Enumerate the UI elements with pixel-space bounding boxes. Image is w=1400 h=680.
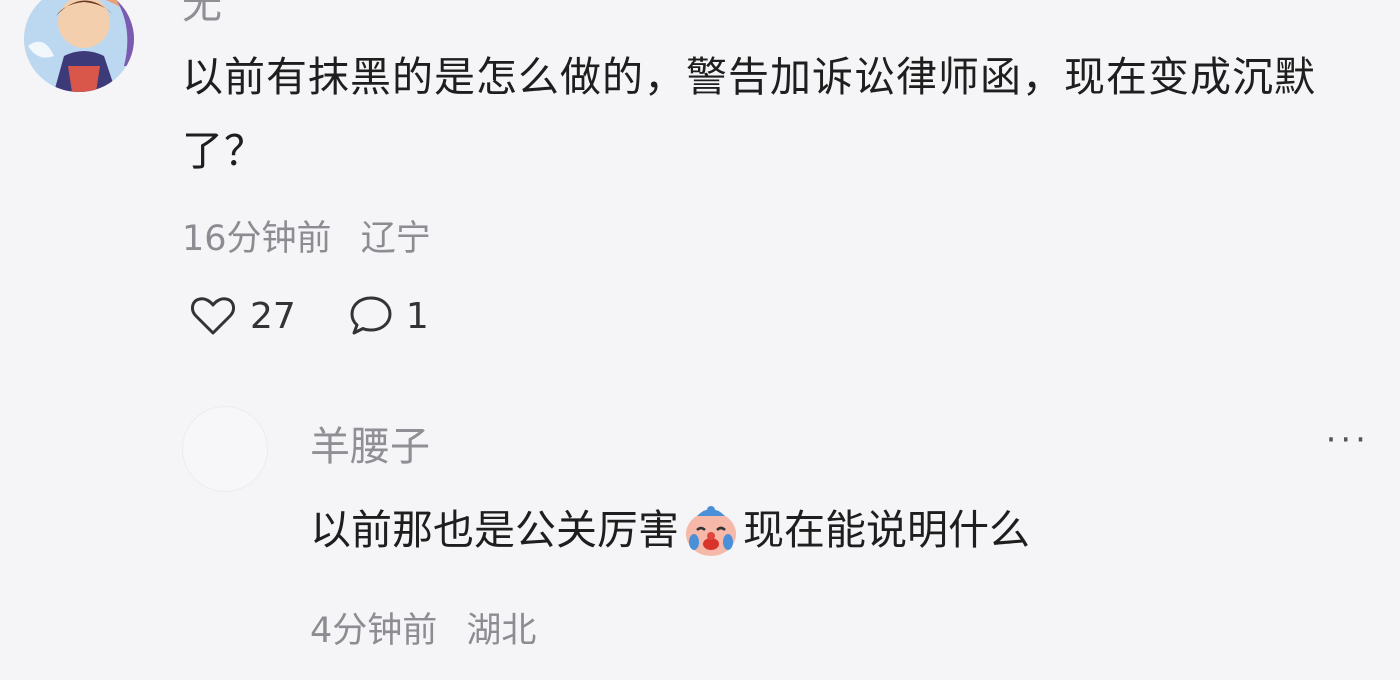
avatar[interactable] [24, 0, 134, 92]
like-count: 27 [250, 295, 296, 337]
comment-text: 以前有抹黑的是怎么做的，警告加诉讼律师函，现在变成沉默了？ [182, 53, 1316, 175]
reply-location: 湖北 [466, 611, 537, 651]
reply-text-part2: 现在能说明什么 [743, 506, 1030, 554]
reply-count: 1 [405, 295, 429, 337]
crying-clown-emoji-icon [683, 502, 739, 558]
comment-actions: 27 1 [190, 294, 429, 338]
username[interactable]: 无 [182, 0, 222, 30]
reply-button[interactable]: 1 [348, 294, 429, 338]
reply-text: 以前那也是公关厉害 现在能说明什么 [310, 502, 1030, 558]
comment-time: 16分钟前 [182, 219, 332, 259]
speech-bubble-icon [350, 296, 392, 335]
reply-time: 4分钟前 [310, 611, 438, 651]
reply-username[interactable]: 羊腰子 [310, 414, 430, 472]
comment-thread: 无 以前有抹黑的是怎么做的，警告加诉讼律师函，现在变成沉默了？ 16分钟前 辽宁… [0, 0, 1400, 680]
like-button[interactable]: 27 [190, 295, 296, 337]
avatar-illustration [24, 0, 134, 92]
reply-meta: 4分钟前 湖北 [310, 602, 536, 653]
more-options-button[interactable]: ··· [1326, 420, 1370, 460]
heart-icon [191, 297, 235, 335]
comment-location: 辽宁 [360, 219, 431, 259]
reply-text-part1: 以前那也是公关厉害 [310, 506, 679, 554]
reply-avatar[interactable] [182, 406, 268, 492]
comment-meta: 16分钟前 辽宁 [182, 210, 431, 261]
